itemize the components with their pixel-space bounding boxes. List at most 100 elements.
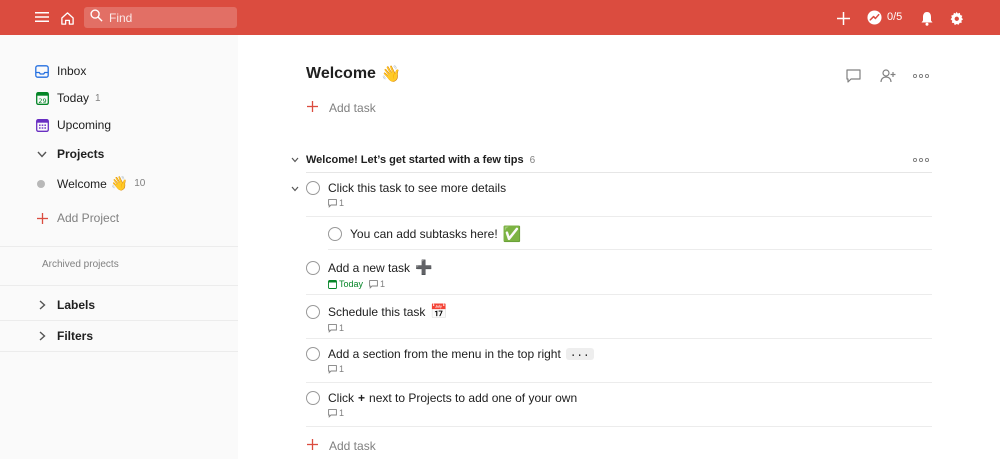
- ellipsis-code: ...: [565, 348, 594, 360]
- page-title-text: Welcome: [306, 65, 376, 82]
- sidebar: Inbox 29 Today 1 Upcoming Projects Welco…: [0, 35, 238, 459]
- comment-icon: [328, 323, 337, 333]
- chevron-down-icon[interactable]: [291, 184, 299, 194]
- section-header[interactable]: Welcome! Let’s get started with a few ti…: [291, 154, 535, 166]
- chevron-down-icon[interactable]: [35, 151, 49, 158]
- menu-icon[interactable]: [34, 9, 50, 25]
- task-content: Add a section from the menu in the top r…: [328, 347, 561, 361]
- sidebar-item-label: Inbox: [57, 64, 87, 78]
- plus-emoji: ➕: [415, 259, 433, 275]
- karma-icon[interactable]: [866, 9, 882, 25]
- project-count: 10: [134, 178, 146, 189]
- task-content: Add a new task: [328, 260, 411, 275]
- subtask-item[interactable]: You can add subtasks here! ✅: [328, 225, 932, 243]
- comment-count[interactable]: 1: [328, 198, 344, 208]
- sidebar-item-today[interactable]: 29 Today 1: [35, 91, 101, 105]
- task-item[interactable]: Click this task to see more details 1: [306, 181, 932, 208]
- sidebar-item-project-welcome[interactable]: Welcome 👋 10: [37, 175, 145, 192]
- inbox-icon: [35, 64, 49, 78]
- quick-add-icon[interactable]: [834, 9, 852, 27]
- divider: [0, 285, 238, 286]
- divider: [306, 382, 932, 383]
- project-color-dot: [37, 179, 45, 188]
- add-project-button[interactable]: Add Project: [35, 211, 119, 225]
- more-options-icon[interactable]: [912, 68, 930, 84]
- add-task-button[interactable]: Add task: [307, 100, 376, 116]
- calendar-upcoming-icon: [35, 118, 49, 132]
- comment-count[interactable]: 1: [369, 279, 385, 289]
- due-date-badge[interactable]: Today: [328, 279, 363, 289]
- section-more-options-icon[interactable]: [912, 152, 930, 168]
- comment-icon[interactable]: [844, 68, 862, 84]
- task-content: You can add subtasks here!: [350, 227, 498, 241]
- task-checkbox[interactable]: [306, 260, 320, 275]
- calendar-today-icon: 29: [35, 91, 49, 105]
- divider: [306, 172, 932, 173]
- add-task-label: Add task: [329, 101, 376, 115]
- task-checkbox[interactable]: [306, 391, 320, 405]
- divider: [306, 216, 932, 217]
- plus-icon: [307, 100, 319, 116]
- sidebar-item-inbox[interactable]: Inbox: [35, 64, 86, 78]
- calendar-emoji: 📅: [430, 303, 448, 319]
- filters-heading: Filters: [57, 329, 94, 343]
- share-user-icon[interactable]: [879, 68, 897, 84]
- comment-icon: [328, 364, 337, 374]
- comment-count[interactable]: 1: [328, 408, 344, 418]
- task-checkbox[interactable]: [306, 347, 320, 361]
- task-item[interactable]: Add a new task ➕ Today 1: [306, 259, 932, 289]
- project-name: Welcome: [57, 176, 107, 191]
- task-checkbox[interactable]: [306, 181, 320, 195]
- divider: [0, 320, 238, 321]
- page-title: Welcome 👋: [306, 64, 401, 84]
- comment-icon: [328, 198, 337, 208]
- labels-header[interactable]: Labels: [35, 298, 95, 312]
- task-content: Click this task to see more details: [328, 181, 507, 195]
- task-content-end: next to Projects to add one of your own: [369, 391, 578, 405]
- comment-count[interactable]: 1: [328, 364, 344, 374]
- divider: [306, 338, 932, 339]
- labels-heading: Labels: [57, 298, 96, 312]
- chevron-right-icon: [35, 300, 49, 310]
- task-checkbox[interactable]: [328, 227, 342, 241]
- svg-text:29: 29: [38, 97, 46, 105]
- section-count: 6: [529, 154, 536, 166]
- add-task-button[interactable]: Add task: [307, 438, 376, 454]
- waving-hand-emoji: 👋: [110, 175, 129, 191]
- main-content: Welcome 👋 Add task Welcome! Let’s get st…: [238, 35, 1000, 459]
- add-project-label: Add Project: [57, 211, 120, 225]
- sidebar-item-label: Upcoming: [57, 118, 112, 132]
- archived-projects-link[interactable]: Archived projects: [42, 259, 119, 270]
- karma-progress[interactable]: 0/5: [887, 11, 902, 23]
- plus-icon: [35, 211, 49, 225]
- task-item[interactable]: Click + next to Projects to add one of y…: [306, 391, 932, 418]
- home-icon[interactable]: [58, 9, 76, 27]
- search-input[interactable]: [109, 10, 229, 25]
- filters-header[interactable]: Filters: [35, 329, 93, 343]
- top-bar: 0/5: [0, 0, 1000, 35]
- divider: [0, 351, 238, 352]
- task-checkbox[interactable]: [306, 304, 320, 319]
- plus-symbol: +: [358, 391, 366, 405]
- calendar-icon: [328, 279, 337, 289]
- sidebar-item-upcoming[interactable]: Upcoming: [35, 118, 111, 132]
- task-content: Schedule this task: [328, 304, 426, 319]
- projects-heading: Projects: [57, 147, 105, 161]
- task-item[interactable]: Schedule this task 📅 1: [306, 303, 932, 333]
- search-icon: [90, 8, 103, 27]
- comment-icon: [369, 279, 378, 289]
- settings-icon[interactable]: [947, 9, 965, 27]
- divider: [328, 249, 932, 250]
- projects-header[interactable]: Projects: [35, 147, 104, 161]
- search-bar[interactable]: [84, 7, 237, 28]
- divider: [306, 294, 932, 295]
- divider: [306, 426, 932, 427]
- task-content-start: Click: [328, 391, 354, 405]
- task-item[interactable]: Add a section from the menu in the top r…: [306, 347, 932, 374]
- bell-icon[interactable]: [918, 9, 936, 27]
- divider: [0, 246, 238, 247]
- section-title: Welcome! Let’s get started with a few ti…: [306, 154, 524, 166]
- chevron-down-icon[interactable]: [291, 157, 299, 163]
- add-task-label: Add task: [329, 439, 376, 453]
- comment-count[interactable]: 1: [328, 323, 344, 333]
